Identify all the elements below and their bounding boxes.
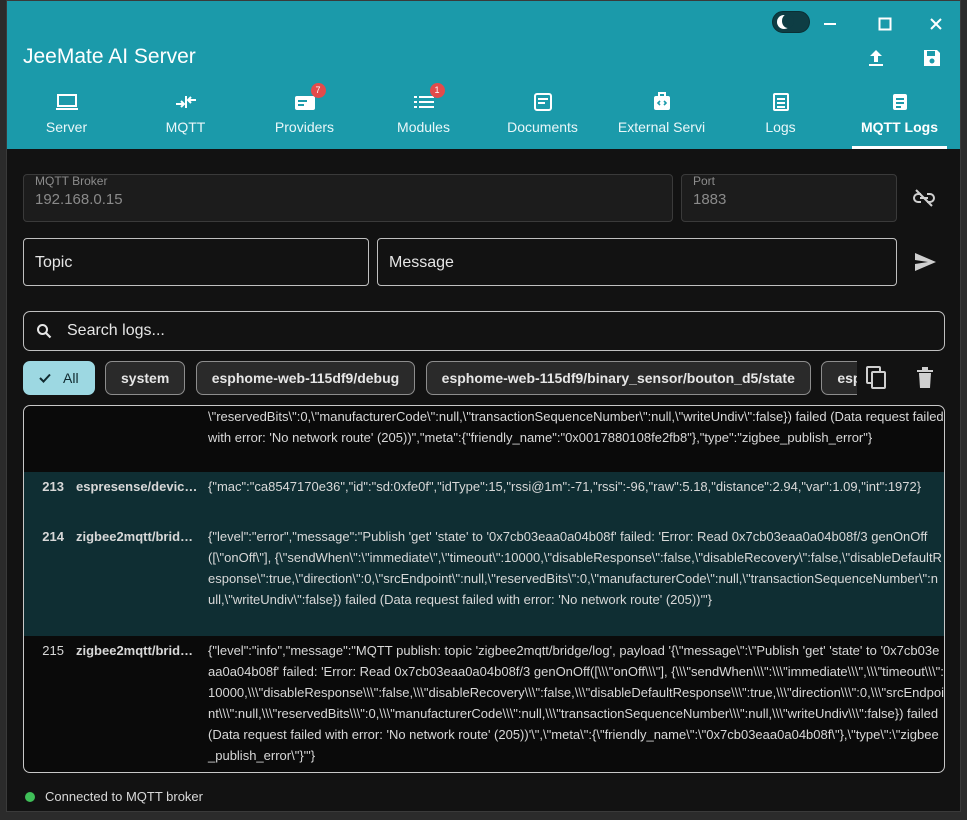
check-icon (39, 370, 51, 386)
delete-icon[interactable] (910, 363, 940, 393)
disconnect-link-icon[interactable] (909, 183, 939, 213)
tab-external-services[interactable]: External Servi (602, 85, 721, 149)
tab-mqtt-logs[interactable]: MQTT Logs (840, 85, 959, 149)
chip-label: All (63, 370, 79, 386)
tab-label: MQTT (165, 119, 206, 135)
logs-icon (772, 91, 790, 113)
filter-chip-system[interactable]: system (105, 361, 186, 395)
filter-chip-debug[interactable]: esphome-web-115df9/debug (195, 361, 416, 395)
log-message: \"reservedBits\":0,\"manufacturerCode\":… (208, 409, 944, 445)
tab-label: Providers (274, 119, 335, 135)
topic-filter-chips: All system esphome-web-115df9/debug esph… (23, 361, 857, 397)
tab-label: Modules (397, 119, 450, 135)
modules-badge: 1 (429, 83, 445, 98)
filter-chip-bouton-state[interactable]: esphome-web-115df9/binary_sensor/bouton_… (425, 361, 811, 395)
filter-chip-sensor[interactable]: esphome-web-115df9/sensor (821, 361, 857, 395)
search-icon (36, 323, 52, 344)
app-bar: JeeMate AI Server Server MQTT 7 Provider… (7, 1, 960, 149)
field-value: 1883 (693, 191, 727, 208)
field-value: 192.168.0.15 (35, 191, 123, 208)
filter-chip-all[interactable]: All (23, 361, 95, 395)
log-row: 215 zigbee2mqtt/bridge/log {"level":"inf… (24, 636, 944, 772)
search-logs-input[interactable]: Search logs... (23, 311, 945, 351)
port-field[interactable]: Port 1883 (681, 174, 897, 222)
tab-label: External Servi (617, 119, 706, 135)
log-message: {"mac":"ca8547170e36","id":"sd:0xfe0f","… (208, 479, 922, 494)
tab-label: Server (45, 119, 88, 135)
topic-placeholder: Topic (35, 254, 73, 271)
tab-label: Logs (765, 119, 796, 135)
log-message: {"level":"info","message":"MQTT publish:… (208, 643, 944, 763)
mqtt-broker-field[interactable]: MQTT Broker 192.168.0.15 (23, 174, 673, 222)
chip-label: esphome-web-115df9/binary_sensor/bouton_… (441, 370, 795, 386)
moon-icon (777, 14, 794, 29)
connection-status: Connected to MQTT broker (23, 789, 203, 804)
log-topic: zigbee2mqtt/bridge/log (76, 643, 198, 658)
search-placeholder: Search logs... (67, 322, 165, 339)
log-number: 214 (42, 529, 64, 544)
field-label: MQTT Broker (35, 174, 108, 188)
mqtt-arrows-icon (174, 91, 198, 113)
external-services-icon (652, 91, 672, 113)
mqtt-logs-icon (891, 91, 909, 113)
log-topic: espresense/devices/ca8547170e36 (76, 479, 198, 494)
tab-label: MQTT Logs (861, 119, 938, 135)
list-icon: 1 (413, 83, 445, 113)
log-row: 214 zigbee2mqtt/bridge/log {"level":"err… (24, 522, 944, 636)
copy-icon[interactable] (862, 363, 892, 393)
tab-documents[interactable]: Documents (483, 85, 602, 149)
upload-icon[interactable] (861, 43, 891, 73)
tab-mqtt[interactable]: MQTT (126, 85, 245, 149)
tab-logs[interactable]: Logs (721, 85, 840, 149)
app-window: JeeMate AI Server Server MQTT 7 Provider… (6, 0, 961, 812)
tab-bar: Server MQTT 7 Providers 1 Modules Docume… (7, 83, 960, 149)
minimize-icon[interactable] (815, 9, 845, 39)
tab-label: Documents (507, 119, 578, 135)
log-number: 215 (42, 643, 64, 658)
log-row: \"reservedBits\":0,\"manufacturerCode\":… (24, 406, 944, 472)
topic-input[interactable]: Topic (23, 238, 369, 286)
field-label: Port (693, 174, 716, 188)
status-text: Connected to MQTT broker (45, 789, 203, 804)
chip-label: esphome-web-115df9/sensor (837, 370, 857, 386)
chip-label: esphome-web-115df9/debug (211, 370, 400, 386)
chip-label: system (121, 370, 170, 386)
dark-mode-toggle[interactable] (772, 11, 810, 33)
providers-badge: 7 (310, 83, 326, 98)
status-dot (25, 791, 35, 802)
log-topic: zigbee2mqtt/bridge/log (76, 529, 198, 544)
tab-modules[interactable]: 1 Modules (364, 83, 483, 149)
app-title: JeeMate AI Server (23, 45, 196, 68)
log-message: {"level":"error","message":"Publish 'get… (208, 529, 942, 607)
tab-server[interactable]: Server (7, 85, 126, 149)
save-icon[interactable] (917, 43, 947, 73)
close-icon[interactable] (921, 9, 951, 39)
log-row: 213 espresense/devices/ca8547170e36 {"ma… (24, 472, 944, 522)
log-number: 213 (42, 479, 64, 494)
send-icon[interactable] (910, 247, 940, 277)
maximize-icon[interactable] (870, 9, 900, 39)
monitor-icon (55, 91, 79, 113)
message-placeholder: Message (389, 254, 454, 271)
message-input[interactable]: Message (377, 238, 897, 286)
document-icon (533, 91, 553, 113)
tab-providers[interactable]: 7 Providers (245, 83, 364, 149)
log-list[interactable]: \"reservedBits\":0,\"manufacturerCode\":… (23, 405, 945, 773)
providers-icon: 7 (294, 83, 326, 113)
